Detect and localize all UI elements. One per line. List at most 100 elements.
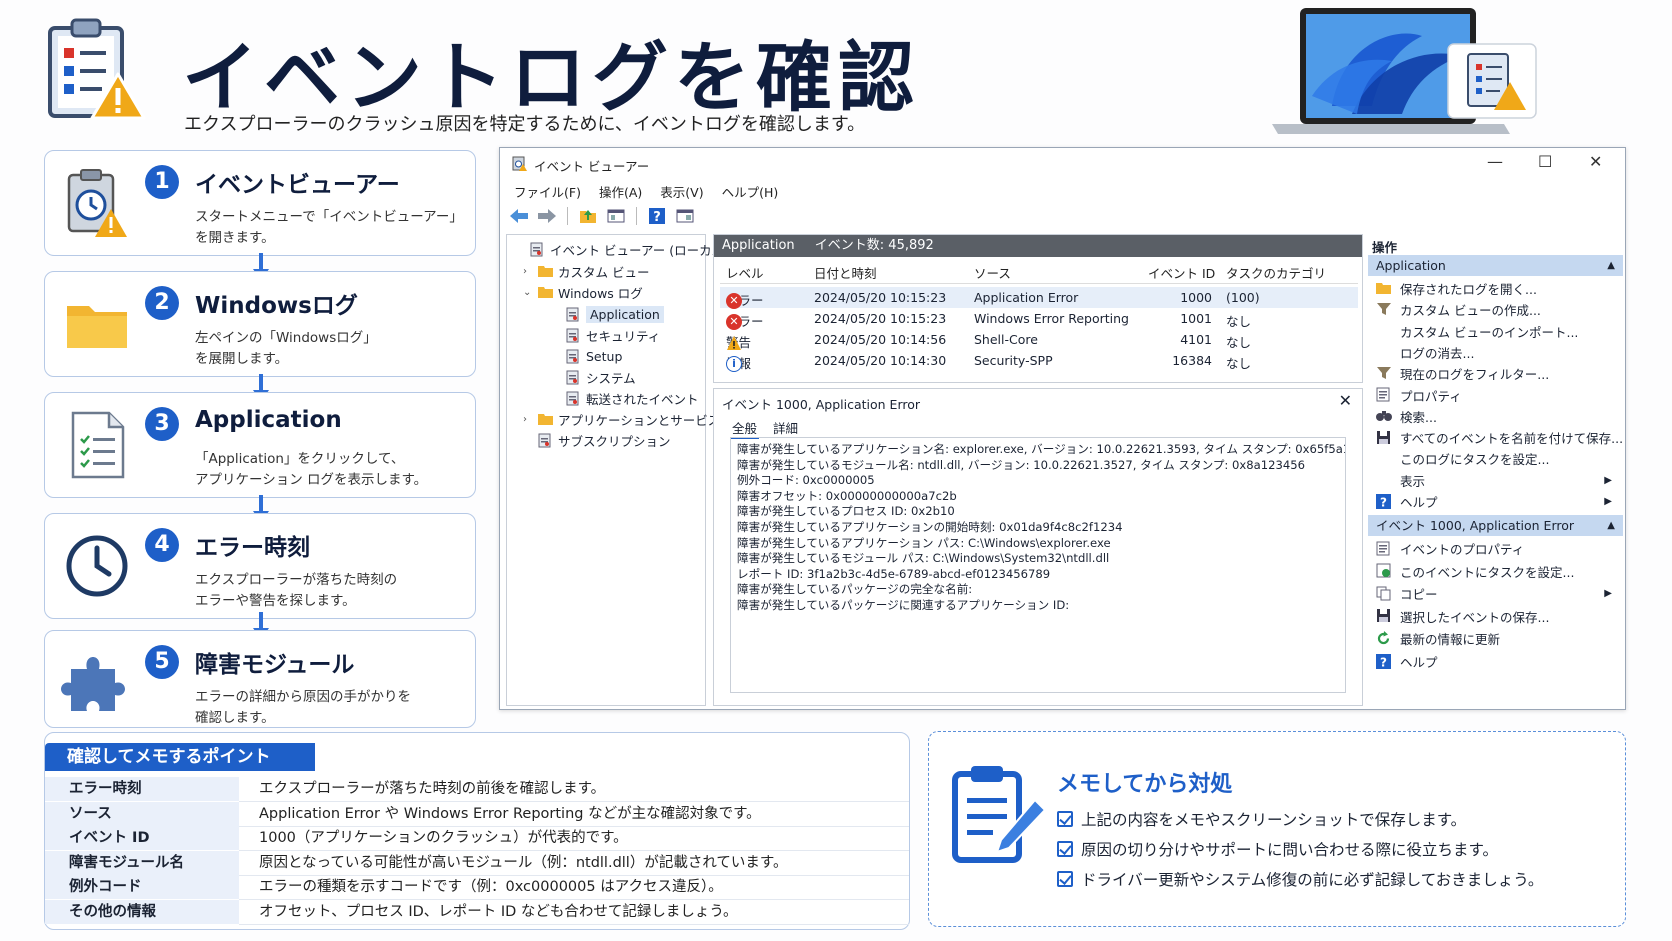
- event-source: Windows Error Reporting: [974, 311, 1129, 326]
- folder-up-icon[interactable]: [577, 206, 599, 226]
- action-item[interactable]: 現在のログをフィルター...: [1376, 363, 1616, 384]
- point-value: 1000（アプリケーションのクラッシュ）が代表的です。: [259, 830, 628, 847]
- event-row[interactable]: 警告 2024/05/20 10:14:56 Shell-Core 4101 なし: [720, 329, 1358, 350]
- blank-icon: [1376, 451, 1392, 467]
- event-id: 1001: [1180, 311, 1212, 326]
- action-label: ヘルプ: [1400, 655, 1438, 670]
- action-item[interactable]: カスタム ビューのインポート...: [1376, 321, 1616, 342]
- action-item[interactable]: カスタム ビューの作成...: [1376, 299, 1616, 320]
- tree-application[interactable]: Application: [551, 304, 664, 324]
- tree-subscriptions[interactable]: サブスクリプション: [523, 430, 671, 450]
- action-item[interactable]: イベントのプロパティ: [1376, 538, 1616, 559]
- clock-icon: [66, 535, 128, 597]
- memo-points-panel: 確認してメモするポイント エラー時刻 エクスプローラーが落ちた時刻の前後を確認しま…: [44, 732, 910, 930]
- memo-item-text: ドライバー更新やシステム修復の前に必ず記録しておきましょう。: [1081, 871, 1544, 889]
- step-title: Application: [195, 407, 342, 433]
- action-label: 表示: [1400, 473, 1426, 489]
- back-arrow-icon[interactable]: [508, 206, 530, 226]
- tree-windows-logs[interactable]: ⌄ Windows ログ: [523, 282, 643, 302]
- action-item[interactable]: 検索...: [1376, 406, 1616, 427]
- actions-section-application[interactable]: Application ▲: [1368, 255, 1623, 276]
- svg-text:?: ?: [653, 210, 661, 224]
- action-item[interactable]: すべてのイベントを名前を付けて保存...: [1376, 427, 1623, 448]
- tree-custom-views[interactable]: › カスタム ビュー: [523, 261, 649, 281]
- event-datetime: 2024/05/20 10:14:30: [814, 353, 947, 368]
- tree-system[interactable]: システム: [551, 367, 636, 387]
- actions-section-event[interactable]: イベント 1000, Application Error ▲: [1368, 515, 1623, 536]
- action-label: 検索...: [1400, 409, 1437, 425]
- help-icon: ?: [1376, 493, 1392, 510]
- column-header-datetime[interactable]: 日付と時刻: [814, 263, 877, 282]
- tab-details[interactable]: 詳細: [771, 418, 800, 439]
- action-item[interactable]: 選択したイベントの保存...: [1376, 606, 1616, 627]
- tree-setup[interactable]: Setup: [551, 346, 622, 366]
- maximize-button[interactable]: ☐: [1538, 152, 1552, 171]
- event-row[interactable]: ✕ エラー 2024/05/20 10:15:23 Application Error…: [720, 287, 1358, 309]
- action-label: すべてのイベントを名前を付けて保存...: [1400, 431, 1624, 447]
- step-4-card: 4 エラー時刻 エクスプローラーが落ちた時刻の エラーや警告を探します。: [44, 513, 476, 619]
- menu-file[interactable]: ファイル(F): [514, 182, 581, 201]
- submenu-arrow-icon: ▶: [1604, 474, 1612, 486]
- tab-general[interactable]: 全般: [730, 418, 760, 439]
- forward-arrow-icon[interactable]: [536, 206, 558, 226]
- help-icon[interactable]: ?: [646, 206, 668, 226]
- step-number: 2: [145, 286, 179, 320]
- point-value: Application Error や Windows Error Report…: [259, 805, 761, 822]
- tree-toggle-icon[interactable]: ›: [523, 414, 533, 425]
- action-item[interactable]: プロパティ: [1376, 385, 1616, 406]
- tree-security[interactable]: セキュリティ: [551, 325, 660, 345]
- event-row[interactable]: i情報 2024/05/20 10:14:30 Security-SPP 16384 な…: [720, 350, 1358, 372]
- folder-icon: [67, 306, 127, 348]
- menu-view[interactable]: 表示(V): [660, 182, 703, 201]
- menu-help[interactable]: ヘルプ(H): [722, 182, 779, 201]
- action-item[interactable]: ? ヘルプ: [1376, 651, 1616, 672]
- column-header-task-category[interactable]: タスクのカテゴリ: [1226, 263, 1326, 282]
- action-item[interactable]: 最新の情報に更新: [1376, 628, 1616, 649]
- event-row[interactable]: ✕ エラー 2024/05/20 10:15:23 Windows Error Rep…: [720, 308, 1358, 330]
- properties-icon: [1376, 387, 1392, 403]
- action-item[interactable]: ? ヘルプ ▶: [1376, 491, 1616, 512]
- tree-label: カスタム ビュー: [558, 264, 650, 280]
- console-tree-icon[interactable]: [605, 206, 627, 226]
- close-button[interactable]: ✕: [1589, 152, 1602, 171]
- tree-label: イベント ビューアー (ローカル): [550, 242, 729, 258]
- event-list-pane: Application イベント数: 45,892 レベル 日付と時刻 ソース …: [713, 234, 1363, 383]
- action-label: このログにタスクを設定...: [1400, 452, 1550, 468]
- event-count: イベント数: 45,892: [814, 238, 934, 253]
- action-item[interactable]: コピー ▶: [1376, 583, 1616, 604]
- step-description: エクスプローラーが落ちた時刻の エラーや警告を探します。: [195, 572, 398, 609]
- menu-action[interactable]: 操作(A): [599, 182, 642, 201]
- column-header-event-id[interactable]: イベント ID: [1148, 263, 1215, 282]
- log-name: Application: [722, 238, 795, 253]
- log-icon: [566, 307, 581, 322]
- tree-forwarded-events[interactable]: 転送されたイベント: [551, 388, 699, 408]
- collapse-icon[interactable]: ▲: [1607, 255, 1615, 276]
- laptop-illustration-icon: [1272, 8, 1537, 134]
- checkbox-checked-icon: [1057, 841, 1073, 857]
- event-list-header: Application イベント数: 45,892: [714, 235, 1362, 257]
- minimize-button[interactable]: —: [1487, 152, 1503, 171]
- action-item[interactable]: このイベントにタスクを設定...: [1376, 561, 1616, 582]
- action-item[interactable]: 保存されたログを開く...: [1376, 278, 1616, 299]
- detail-close-icon[interactable]: ✕: [1339, 391, 1352, 410]
- action-item[interactable]: 表示 ▶: [1376, 470, 1616, 491]
- column-header-source[interactable]: ソース: [974, 263, 1011, 282]
- action-item[interactable]: ログの消去...: [1376, 342, 1616, 363]
- page-subtitle: エクスプローラーのクラッシュ原因を特定するために、イベントログを確認します。: [184, 114, 866, 135]
- action-label: イベントのプロパティ: [1400, 542, 1525, 557]
- event-viewer-icon: [67, 169, 127, 237]
- section-label: Application: [1376, 258, 1446, 273]
- blank-icon: [1376, 323, 1392, 339]
- detail-text-box[interactable]: 障害が発生しているアプリケーション名: explorer.exe, バージョン:…: [730, 437, 1346, 693]
- action-item[interactable]: このログにタスクを設定...: [1376, 448, 1616, 469]
- collapse-icon[interactable]: ▲: [1607, 515, 1615, 536]
- tree-root[interactable]: イベント ビューアー (ローカル): [515, 239, 729, 259]
- column-header-level[interactable]: レベル: [726, 263, 764, 282]
- warning-icon: [726, 335, 742, 351]
- show-hide-pane-icon[interactable]: [674, 206, 696, 226]
- tree-toggle-icon[interactable]: ›: [523, 266, 533, 277]
- tree-toggle-icon[interactable]: ⌄: [523, 287, 533, 298]
- refresh-icon: [1376, 630, 1392, 647]
- save-icon: [1376, 430, 1392, 446]
- properties-icon: [1376, 541, 1392, 557]
